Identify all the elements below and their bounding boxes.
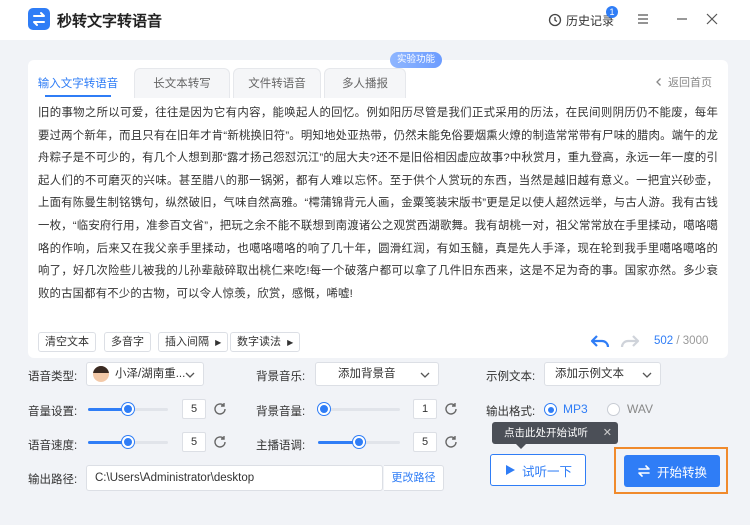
history-icon [548,13,562,27]
speed-slider[interactable] [88,436,168,448]
tab-long-text[interactable]: 长文本转写 [134,68,230,98]
listen-tooltip: 点击此处开始试听 ✕ [492,422,618,449]
tooltip-text: 点击此处开始试听 [504,427,588,439]
output-path-label: 输出路径: [28,474,78,486]
history-button[interactable]: 历史记录 [548,11,614,29]
format-wav-label[interactable]: WAV [627,402,653,416]
refresh-icon[interactable] [212,401,228,417]
format-wav-radio[interactable] [607,403,620,416]
editor-card: 输入文字转语音 长文本转写 文件转语音 多人播报 实验功能 返回首页 旧的事物之… [28,52,728,358]
chevron-left-icon [656,78,661,86]
start-convert-button[interactable]: 开始转换 [624,455,720,487]
undo-icon[interactable] [590,333,610,351]
voice-type-label: 语音类型: [28,371,78,383]
bg-volume-label: 背景音量: [256,406,306,418]
menu-icon [638,14,648,24]
format-mp3-label[interactable]: MP3 [563,402,588,416]
text-editor[interactable]: 旧的事物之所以可爱，往往是因为它有内容，能唤起人的回忆。例如阳历尽管是我们正式采… [38,102,718,305]
volume-slider[interactable] [88,403,168,415]
char-count-max: / 3000 [676,335,709,347]
caret-right-icon: ▶ [215,338,222,347]
number-reading-button[interactable]: 数字读法 ▶ [230,332,301,352]
back-home-label: 返回首页 [668,77,712,89]
clear-text-button[interactable]: 清空文本 [38,332,96,352]
close-button[interactable] [703,10,721,28]
insert-pause-button[interactable]: 插入间隔 ▶ [158,332,229,352]
change-path-button[interactable]: 更改路径 [384,465,444,491]
refresh-icon[interactable] [443,401,459,417]
app-logo-icon [28,8,50,30]
minimize-icon [677,18,687,20]
insert-pause-label: 插入间隔 [165,336,209,348]
char-counter: 502 / 3000 [654,335,708,347]
chevron-down-icon [642,372,652,378]
menu-button[interactable] [634,10,652,28]
voice-type-value: 小泽/湖南重... [115,368,186,380]
sample-text-value: 添加示例文本 [555,368,624,380]
pitch-slider-knob[interactable] [353,436,365,448]
volume-slider-knob[interactable] [122,403,134,415]
pitch-slider[interactable] [318,436,400,448]
output-path-input[interactable]: C:\Users\Administrator\desktop [86,465,383,491]
speed-slider-knob[interactable] [122,436,134,448]
sample-text-select[interactable]: 添加示例文本 [544,362,661,386]
volume-label: 音量设置: [28,406,78,418]
app-title: 秒转文字转语音 [57,13,163,30]
bg-volume-slider[interactable] [318,403,400,415]
refresh-icon[interactable] [443,434,459,450]
back-home-link[interactable]: 返回首页 [654,74,712,90]
tab-text-to-speech[interactable]: 输入文字转语音 [28,68,128,98]
listen-label: 试听一下 [521,464,572,479]
bg-music-value: 添加背景音 [338,368,396,380]
redo-icon[interactable] [620,333,640,351]
bg-music-select[interactable]: 添加背景音 [315,362,439,386]
voice-type-select[interactable]: 小泽/湖南重... [86,362,204,386]
speed-label: 语音速度: [28,440,78,452]
tab-multi-speaker[interactable]: 多人播报 [324,68,406,98]
play-icon [505,465,515,475]
convert-icon [638,465,650,477]
pitch-value[interactable]: 5 [413,432,437,452]
history-badge: 1 [606,6,618,18]
beta-tag: 实验功能 [390,52,443,68]
output-format-label: 输出格式: [486,406,536,418]
number-reading-label: 数字读法 [237,336,281,348]
pitch-label: 主播语调: [256,440,306,452]
convert-label: 开始转换 [656,465,707,480]
minimize-button[interactable] [673,10,691,28]
refresh-icon[interactable] [212,434,228,450]
tooltip-close-icon[interactable]: ✕ [603,422,612,444]
volume-value[interactable]: 5 [182,399,206,419]
caret-right-icon: ▶ [287,338,294,347]
bg-volume-value[interactable]: 1 [413,399,437,419]
voice-avatar [93,366,109,382]
title-bar: 秒转文字转语音 历史记录 1 [0,0,750,40]
chevron-down-icon [420,372,430,378]
bg-volume-slider-knob[interactable] [318,403,330,415]
close-icon [706,13,718,25]
polyphone-button[interactable]: 多音字 [104,332,151,352]
format-mp3-radio[interactable] [544,403,557,416]
tab-file-to-speech[interactable]: 文件转语音 [233,68,321,98]
sample-text-label: 示例文本: [486,371,536,383]
speed-value[interactable]: 5 [182,432,206,452]
chevron-down-icon [185,372,195,378]
bg-music-label: 背景音乐: [256,371,306,383]
char-count-current: 502 [654,335,674,347]
listen-button[interactable]: 试听一下 [490,454,586,486]
